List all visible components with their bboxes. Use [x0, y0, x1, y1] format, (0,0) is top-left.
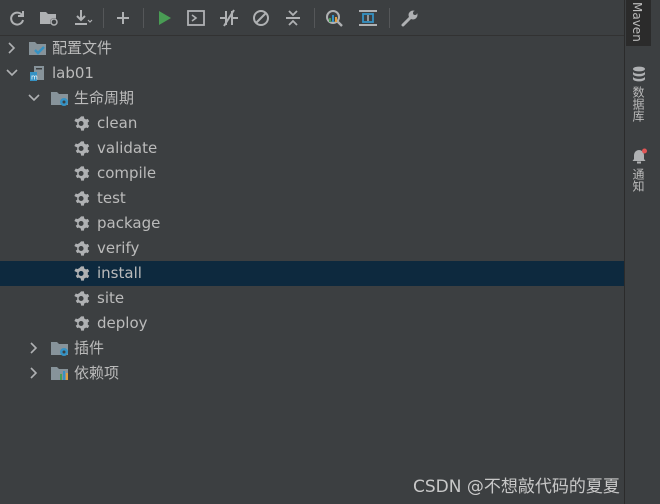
profiles-folder-icon: [29, 40, 47, 57]
tree-node-goal-install[interactable]: install: [0, 261, 624, 286]
plugins-folder-icon: [51, 340, 69, 357]
tree-node-goal-compile[interactable]: compile: [0, 161, 624, 186]
tree-label: install: [97, 264, 142, 282]
run-icon[interactable]: [153, 7, 175, 29]
tree-node-lifecycle[interactable]: 生命周期: [0, 86, 624, 111]
tree-node-goal-site[interactable]: site: [0, 286, 624, 311]
tree-label: 生命周期: [74, 89, 135, 107]
tree-label: 依赖项: [74, 364, 120, 382]
toolbar-separator: [389, 8, 390, 28]
gear-icon: [74, 215, 92, 232]
toolbar-separator: [314, 8, 315, 28]
tree-node-goal-clean[interactable]: clean: [0, 111, 624, 136]
analyze-dependencies-icon[interactable]: [323, 7, 345, 29]
toggle-offline-icon[interactable]: [218, 7, 240, 29]
chevron-down-icon[interactable]: [5, 66, 19, 80]
tree-label: site: [97, 289, 125, 307]
database-icon: [632, 66, 646, 86]
tree-node-goal-validate[interactable]: validate: [0, 136, 624, 161]
tree-label: lab01: [52, 64, 94, 82]
notification-bell-icon: [631, 148, 647, 168]
execute-goal-icon[interactable]: [185, 7, 207, 29]
tree-label: verify: [97, 239, 140, 257]
notifications-tab-label[interactable]: 通知: [630, 168, 647, 192]
maven-project-icon: m: [29, 65, 47, 82]
lifecycle-folder-icon: [51, 90, 69, 107]
reload-icon[interactable]: [6, 7, 28, 29]
collapse-all-icon[interactable]: [282, 7, 304, 29]
tree-label: deploy: [97, 314, 148, 332]
chevron-right-icon[interactable]: [5, 41, 19, 55]
maven-toolbar: [0, 0, 624, 36]
skip-tests-icon[interactable]: [250, 7, 272, 29]
tree-node-dependencies[interactable]: 依赖项: [0, 361, 624, 386]
gear-icon: [74, 140, 92, 157]
database-tab-label[interactable]: 数据库: [630, 86, 647, 122]
show-diagram-icon[interactable]: [357, 7, 379, 29]
tree-label: 配置文件: [52, 39, 113, 57]
gear-icon: [74, 165, 92, 182]
tree-label: validate: [97, 139, 158, 157]
download-icon[interactable]: [72, 7, 94, 29]
chevron-right-icon[interactable]: [27, 366, 41, 380]
gear-icon: [74, 265, 92, 282]
tree-node-goal-package[interactable]: package: [0, 211, 624, 236]
chevron-down-icon[interactable]: [27, 91, 41, 105]
tree-label: clean: [97, 114, 138, 132]
tree-node-project[interactable]: m lab01: [0, 61, 624, 86]
tree-node-goal-deploy[interactable]: deploy: [0, 311, 624, 336]
settings-wrench-icon[interactable]: [399, 7, 421, 29]
watermark: CSDN @不想敲代码的夏夏: [413, 477, 620, 497]
right-tool-strip: Maven 数据库 通知: [624, 0, 660, 504]
maven-project-tree: 配置文件 m lab01 生命周期 clean validate compile…: [0, 36, 624, 504]
tree-label: 插件: [74, 339, 105, 357]
gear-icon: [74, 115, 92, 132]
tree-node-goal-verify[interactable]: verify: [0, 236, 624, 261]
toolbar-separator: [103, 8, 104, 28]
svg-text:m: m: [31, 74, 38, 82]
tree-node-profiles[interactable]: 配置文件: [0, 36, 624, 61]
gear-icon: [74, 290, 92, 307]
tree-label: compile: [97, 164, 157, 182]
add-icon[interactable]: [112, 7, 134, 29]
gear-icon: [74, 190, 92, 207]
dependencies-folder-icon: [51, 365, 69, 382]
add-maven-project-icon[interactable]: [38, 7, 60, 29]
tree-node-goal-test[interactable]: test: [0, 186, 624, 211]
gear-icon: [74, 240, 92, 257]
chevron-right-icon[interactable]: [27, 341, 41, 355]
tree-label: test: [97, 189, 126, 207]
toolbar-separator: [143, 8, 144, 28]
tree-node-plugins[interactable]: 插件: [0, 336, 624, 361]
tree-label: package: [97, 214, 161, 232]
gear-icon: [74, 315, 92, 332]
maven-tab-label[interactable]: Maven: [630, 2, 644, 42]
